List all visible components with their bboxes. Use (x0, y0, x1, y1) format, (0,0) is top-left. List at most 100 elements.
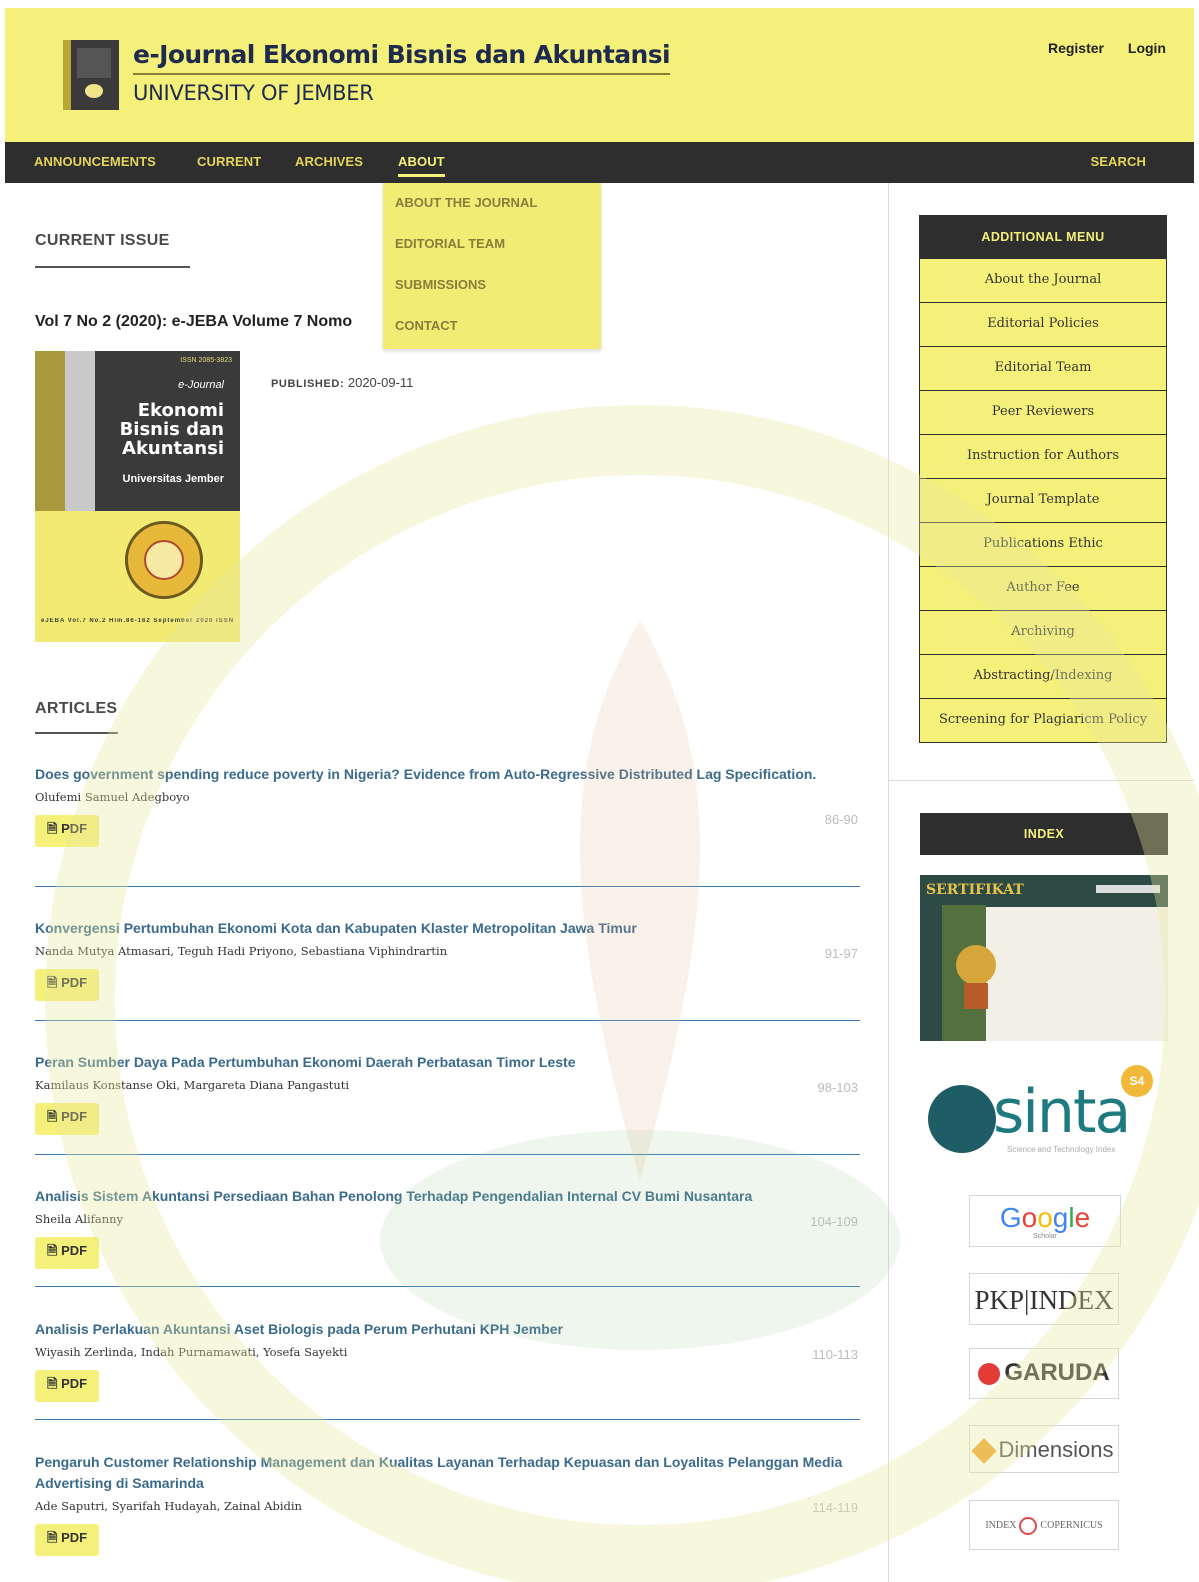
article-pages: 110-113 (812, 1347, 858, 1362)
sinta-logo[interactable]: sinta S4 Science and Technology Index (925, 1065, 1165, 1160)
article-pages: 91-97 (824, 946, 858, 961)
sinta-subtitle: Science and Technology Index (1007, 1145, 1116, 1154)
site-subtitle: UNIVERSITY OF JEMBER (133, 81, 374, 105)
site-title: e-Journal Ekonomi Bisnis dan Akuntansi (133, 40, 671, 75)
sidebar-item-journal-template[interactable]: Journal Template (919, 479, 1167, 523)
cover-issn: ISSN 2085-3823 (180, 357, 232, 364)
article-item: Konvergensi Pertumbuhan Ekonomi Kota dan… (35, 918, 860, 1021)
pdf-icon: 🗎 (47, 1530, 58, 1545)
main-navigation: ANNOUNCEMENTS CURRENT ARCHIVES ABOUT SEA… (5, 142, 1194, 183)
article-pages: 114-119 (812, 1500, 858, 1515)
sidebar-item-peer-reviewers[interactable]: Peer Reviewers (919, 391, 1167, 435)
pdf-icon: 🗎 (47, 1243, 58, 1258)
sidebar-item-publications-ethic[interactable]: Publications Ethic (919, 523, 1167, 567)
article-authors: Kamilaus Konstanse Oki, Margareta Diana … (35, 1078, 350, 1092)
pdf-button[interactable]: 🗎 PDF (35, 1370, 100, 1402)
article-authors: Nanda Mutya Atmasari, Teguh Hadi Priyono… (35, 944, 448, 958)
university-seal-icon (125, 521, 203, 599)
nav-announcements[interactable]: ANNOUNCEMENTS (34, 154, 156, 169)
issue-title[interactable]: Vol 7 No 2 (2020): e-JEBA Volume 7 Nomo (35, 313, 352, 331)
certificate-title: SERTIFIKAT (926, 882, 1024, 898)
pdf-button[interactable]: 🗎 PDF (35, 1103, 100, 1135)
article-pages: 86-90 (824, 812, 858, 827)
google-text: Google (999, 1202, 1091, 1233)
pdf-button[interactable]: 🗎 PDF (35, 1237, 100, 1269)
garuda-logo[interactable]: GARUDA (969, 1348, 1119, 1399)
site-header: e-Journal Ekonomi Bisnis dan Akuntansi U… (5, 8, 1194, 142)
medal-icon (956, 945, 996, 985)
article-authors: Olufemi Samuel Adegboyo (35, 790, 190, 804)
article-authors: Sheila Alifanny (35, 1212, 124, 1226)
pdf-button[interactable]: 🗎 PDF (35, 1524, 100, 1556)
garuda-icon (978, 1362, 1001, 1385)
additional-menu-heading: ADDITIONAL MENU (919, 215, 1167, 259)
pdf-icon: 🗎 (47, 975, 58, 990)
dropdown-contact[interactable]: CONTACT (395, 318, 458, 333)
pdf-icon: 🗎 (47, 1109, 58, 1124)
article-title[interactable]: Analisis Sistem Akuntansi Persediaan Bah… (35, 1186, 860, 1207)
sidebar-item-author-fee[interactable]: Author Fee (919, 567, 1167, 611)
article-title[interactable]: Pengaruh Customer Relationship Managemen… (35, 1452, 860, 1494)
article-title[interactable]: Peran Sumber Daya Pada Pertumbuhan Ekono… (35, 1052, 860, 1073)
dropdown-about-journal[interactable]: ABOUT THE JOURNAL (395, 195, 537, 210)
nav-search[interactable]: SEARCH (1091, 154, 1147, 169)
cover-university: Universitas Jember (122, 473, 225, 485)
google-scholar-logo[interactable]: Google Scholar (969, 1195, 1121, 1247)
article-divider (35, 1286, 860, 1287)
article-authors: Wiyasih Zerlinda, Indah Purnamawati, Yos… (35, 1345, 348, 1359)
issue-cover-image[interactable]: ISSN 2085-3823 e-Journal Ekonomi Bisnis … (35, 351, 240, 642)
article-divider (35, 886, 860, 887)
sinta-badge: S4 (1121, 1065, 1153, 1097)
heading-underline (35, 266, 190, 268)
article-item: Pengaruh Customer Relationship Managemen… (35, 1452, 860, 1556)
sidebar-item-plagiarism-policy[interactable]: Screening for Plagiaricm Policy (919, 699, 1167, 743)
index-heading: INDEX (920, 813, 1168, 855)
article-title[interactable]: Does government spending reduce poverty … (35, 764, 860, 785)
sidebar-item-editorial-team[interactable]: Editorial Team (919, 347, 1167, 391)
cover-bottom-bar: eJEBA Vol.7 No.2 Hlm.86-162 September 20… (41, 618, 234, 624)
current-issue-heading: CURRENT ISSUE (35, 232, 170, 249)
google-scholar-sub: Scholar (1033, 1233, 1057, 1240)
article-pages: 104-109 (810, 1214, 858, 1229)
sidebar-item-archiving[interactable]: Archiving (919, 611, 1167, 655)
copernicus-icon (1019, 1516, 1038, 1535)
article-title[interactable]: Konvergensi Pertumbuhan Ekonomi Kota dan… (35, 918, 860, 939)
nav-current[interactable]: CURRENT (197, 154, 261, 169)
pdf-button[interactable]: 🗎 PDF (35, 815, 100, 847)
published-info: PUBLISHED: 2020-09-11 (271, 375, 413, 390)
nav-about[interactable]: ABOUT (398, 154, 445, 177)
pkp-index-logo[interactable]: PKP|INDEX (969, 1273, 1119, 1325)
published-date: 2020-09-11 (347, 375, 414, 390)
cover-title: Ekonomi Bisnis dan Akuntansi (119, 400, 224, 459)
sinta-text: sinta (993, 1077, 1131, 1147)
dimensions-logo[interactable]: Dimensions (969, 1425, 1119, 1473)
dimensions-icon (970, 1438, 997, 1464)
article-item: Analisis Sistem Akuntansi Persediaan Bah… (35, 1186, 860, 1287)
article-title[interactable]: Analisis Perlakuan Akuntansi Aset Biolog… (35, 1319, 860, 1340)
sidebar-item-instruction-authors[interactable]: Instruction for Authors (919, 435, 1167, 479)
sidebar-item-editorial-policies[interactable]: Editorial Policies (919, 303, 1167, 347)
sidebar-item-abstracting-indexing[interactable]: Abstracting/Indexing (919, 655, 1167, 699)
dropdown-submissions[interactable]: SUBMISSIONS (395, 277, 486, 292)
sidebar-item-about-journal[interactable]: About the Journal (919, 259, 1167, 303)
user-links: Register Login (1028, 40, 1166, 56)
nav-archives[interactable]: ARCHIVES (295, 154, 363, 169)
journal-cover-logo-icon (63, 40, 119, 110)
site-logo[interactable]: e-Journal Ekonomi Bisnis dan Akuntansi U… (63, 40, 671, 110)
sinta-emblem-icon (928, 1085, 996, 1153)
published-label: PUBLISHED: (271, 378, 345, 390)
login-link[interactable]: Login (1128, 40, 1166, 56)
article-authors: Ade Saputri, Syarifah Hudayah, Zainal Ab… (35, 1499, 302, 1513)
article-item: Analisis Perlakuan Akuntansi Aset Biolog… (35, 1319, 860, 1420)
article-divider (35, 1419, 860, 1420)
additional-menu: ADDITIONAL MENU About the Journal Editor… (919, 215, 1167, 743)
article-divider (35, 1020, 860, 1021)
article-item: Peran Sumber Daya Pada Pertumbuhan Ekono… (35, 1052, 860, 1155)
heading-underline (35, 732, 118, 734)
index-copernicus-logo[interactable]: INDEX COPERNICUS (969, 1500, 1119, 1550)
accreditation-certificate-image[interactable]: SERTIFIKAT (920, 875, 1168, 1041)
column-divider (888, 183, 889, 1582)
dropdown-editorial-team[interactable]: EDITORIAL TEAM (395, 236, 505, 251)
pdf-button[interactable]: 🗎 PDF (35, 969, 100, 1001)
register-link[interactable]: Register (1048, 40, 1104, 56)
